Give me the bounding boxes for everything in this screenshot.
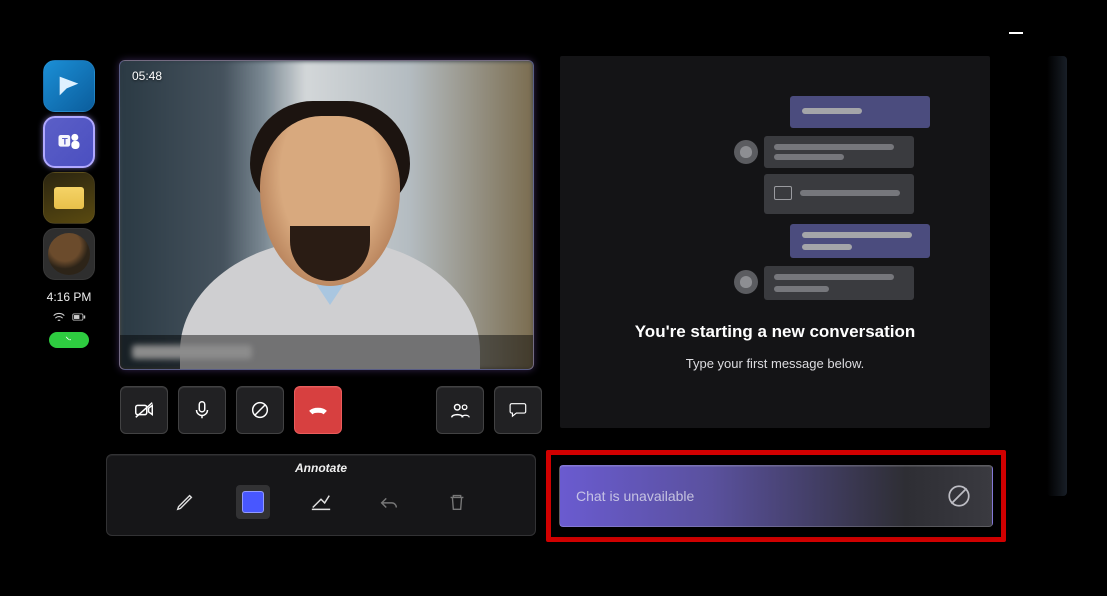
- remote-video-feed: [120, 61, 533, 369]
- pen-icon: [174, 491, 196, 513]
- microphone-toggle-button[interactable]: [178, 386, 226, 434]
- folder-icon: [54, 187, 84, 209]
- system-clock: 4:16 PM: [47, 290, 92, 304]
- annotate-pen-button[interactable]: [168, 485, 202, 519]
- rail-app-teams[interactable]: T: [43, 116, 95, 168]
- teams-icon: T: [55, 128, 83, 156]
- chat-empty-sub: Type your first message below.: [560, 356, 990, 371]
- microphone-icon: [191, 399, 213, 421]
- chat-panel: You're starting a new conversation Type …: [560, 56, 990, 428]
- annotate-arrow-button[interactable]: [304, 485, 338, 519]
- svg-text:T: T: [62, 136, 68, 146]
- chat-input-placeholder: Chat is unavailable: [576, 488, 694, 504]
- rail-app-dynamics[interactable]: [43, 60, 95, 112]
- annotate-title: Annotate: [295, 461, 347, 475]
- chat-placeholder-illustration: [560, 56, 990, 316]
- annotate-color-button[interactable]: [236, 485, 270, 519]
- arrow-shape-icon: [310, 491, 332, 513]
- app-rail: T 4:16 PM: [40, 60, 98, 348]
- call-duration: 05:48: [132, 69, 162, 83]
- phone-icon: [64, 335, 74, 345]
- screenshare-toggle-button[interactable]: [236, 386, 284, 434]
- wifi-icon: [52, 312, 66, 322]
- people-icon: [449, 399, 471, 421]
- chat-input-highlight: Chat is unavailable: [546, 450, 1006, 542]
- dynamics-icon: [55, 72, 83, 100]
- camera-off-icon: [133, 399, 155, 421]
- battery-icon: [72, 312, 86, 322]
- end-call-button[interactable]: [294, 386, 342, 434]
- chat-disabled-icon: [942, 479, 976, 513]
- rail-contact-avatar[interactable]: [43, 228, 95, 280]
- camera-toggle-button[interactable]: [120, 386, 168, 434]
- call-controls: [120, 386, 342, 434]
- chat-icon: [507, 399, 529, 421]
- annotate-tray: Annotate: [106, 454, 536, 536]
- participants-button[interactable]: [436, 386, 484, 434]
- caller-name-strip: [120, 335, 533, 369]
- window-minimize-button[interactable]: [1009, 32, 1023, 34]
- secondary-controls: [436, 386, 542, 434]
- video-call-tile[interactable]: 05:48: [119, 60, 534, 370]
- undo-icon: [378, 491, 400, 513]
- annotate-undo-button[interactable]: [372, 485, 406, 519]
- trash-icon: [446, 491, 468, 513]
- active-call-indicator[interactable]: [49, 332, 89, 348]
- avatar-icon: [48, 233, 90, 275]
- hangup-icon: [307, 399, 329, 421]
- window-edge-glow: [1047, 56, 1067, 496]
- screen-off-icon: [249, 399, 271, 421]
- annotate-delete-button[interactable]: [440, 485, 474, 519]
- chat-toggle-button[interactable]: [494, 386, 542, 434]
- chat-input[interactable]: Chat is unavailable: [559, 465, 993, 527]
- rail-app-files[interactable]: [43, 172, 95, 224]
- color-swatch-icon: [242, 491, 264, 513]
- chat-empty-heading: You're starting a new conversation: [560, 322, 990, 342]
- system-status-icons: [52, 312, 86, 322]
